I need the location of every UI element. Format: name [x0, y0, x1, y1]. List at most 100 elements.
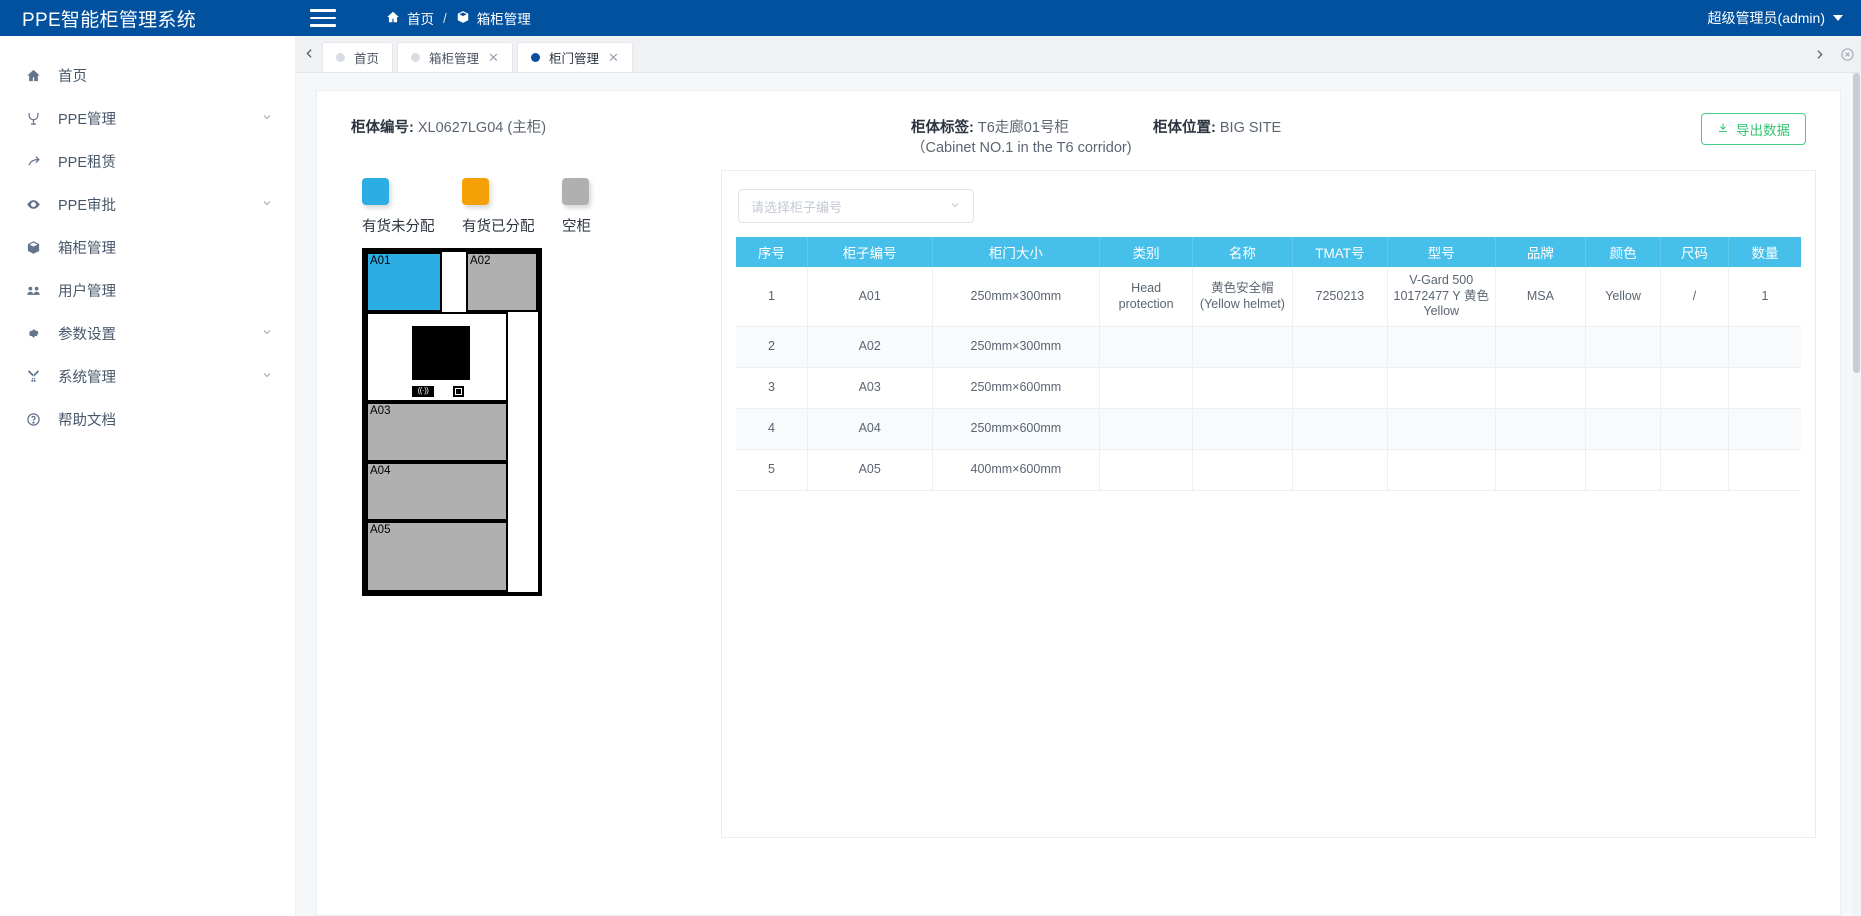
sidebar-item-help-doc[interactable]: 帮助文档	[0, 398, 295, 441]
sidebar-item-user-management[interactable]: 用户管理	[0, 269, 295, 312]
cell-size	[1660, 326, 1729, 368]
tab-home[interactable]: 首页	[322, 42, 394, 72]
box-icon	[456, 10, 470, 27]
column-header-tmat[interactable]: TMAT号	[1292, 237, 1388, 268]
cabinet-code-select-placeholder: 请选择柜子编号	[751, 199, 843, 215]
cell-brand: MSA	[1495, 267, 1587, 328]
breadcrumb: 首页 / 箱柜管理	[386, 8, 531, 28]
hamburger-icon[interactable]	[310, 9, 336, 27]
cabinet-tag-field: 柜体标签: T6走廊01号柜（Cabinet NO.1 in the T6 co…	[911, 119, 1133, 158]
cabinet-door-A03[interactable]: A03	[366, 402, 508, 463]
column-header-brand[interactable]: 品牌	[1495, 237, 1587, 268]
column-header-model[interactable]: 型号	[1387, 237, 1496, 268]
tab-close-icon[interactable]: ✕	[608, 51, 619, 64]
breadcrumb-separator: /	[443, 10, 447, 26]
column-header-index[interactable]: 序号	[736, 237, 808, 268]
cabinet-door-A02[interactable]: A02	[466, 252, 538, 313]
cabinet-door-A05[interactable]: A05	[366, 521, 508, 593]
cell-index: 2	[736, 326, 808, 368]
sidebar-item-home[interactable]: 首页	[0, 54, 295, 97]
legend-label: 空柜	[562, 219, 591, 236]
cell-tmat: 7250213	[1292, 267, 1388, 328]
cabinet-code-field: 柜体编号: XL0627LG04 (主柜)	[351, 119, 911, 139]
sidebar-item-label: 用户管理	[58, 284, 116, 300]
tab-strip: 首页 箱柜管理 ✕ 柜门管理 ✕	[296, 36, 1861, 73]
chevron-left-icon[interactable]	[296, 35, 322, 72]
sidebar-item-ppe-rental[interactable]: PPE租赁	[0, 140, 295, 183]
cell-size	[1660, 449, 1729, 491]
sidebar: 首页 PPE管理 PPE租赁 PPE审批 箱柜管理 用户管理 参数设置 系统管理…	[0, 36, 296, 916]
chevron-down-icon	[261, 369, 273, 384]
column-header-door-size[interactable]: 柜门大小	[932, 237, 1101, 268]
cabinet-code-select[interactable]: 请选择柜子编号	[738, 189, 974, 224]
sidebar-item-parameter-settings[interactable]: 参数设置	[0, 312, 295, 355]
table-row[interactable]: 1 A01 250mm×300mm Head protection 黄色安全帽 …	[736, 267, 1801, 328]
sidebar-item-ppe-approval[interactable]: PPE审批	[0, 183, 295, 226]
panes: 有货未分配 有货已分配 空柜 A01 A02 ((·)) A03 A04 A05…	[337, 164, 1820, 839]
cell-name	[1192, 367, 1293, 409]
chevron-right-icon[interactable]	[1805, 36, 1833, 73]
tab-list: 首页 箱柜管理 ✕ 柜门管理 ✕	[322, 42, 1861, 72]
cell-name: 黄色安全帽 (Yellow helmet)	[1192, 267, 1293, 328]
table-row[interactable]: 5 A05 400mm×600mm	[736, 449, 1801, 491]
door-id-label: A02	[470, 255, 491, 268]
sidebar-item-label: 系统管理	[58, 370, 116, 386]
cell-door-size: 250mm×300mm	[932, 326, 1101, 368]
cell-model	[1387, 367, 1496, 409]
column-header-quantity[interactable]: 数量	[1728, 237, 1801, 268]
chevron-down-icon	[261, 326, 273, 341]
cell-quantity	[1728, 367, 1801, 409]
door-id-label: A01	[370, 255, 391, 268]
column-header-color[interactable]: 颜色	[1585, 237, 1661, 268]
cell-name	[1192, 449, 1293, 491]
page-scrollbar-thumb[interactable]	[1853, 73, 1860, 373]
sidebar-item-system-management[interactable]: 系统管理	[0, 355, 295, 398]
table-header-row: 序号 柜子编号 柜门大小 类别 名称 TMAT号 型号 品牌 颜色 尺码 数量	[736, 237, 1801, 268]
legend: 有货未分配 有货已分配 空柜	[362, 178, 709, 236]
cabinet-door-A04[interactable]: A04	[366, 462, 508, 522]
page-scrollbar[interactable]	[1852, 73, 1861, 916]
cabinet-tag-label: 柜体标签:	[911, 120, 974, 136]
column-header-door-code[interactable]: 柜子编号	[807, 237, 933, 268]
table-row[interactable]: 4 A04 250mm×600mm	[736, 408, 1801, 450]
cell-tmat	[1292, 449, 1388, 491]
tab-status-dot	[530, 53, 540, 62]
cell-door-size: 250mm×300mm	[932, 267, 1101, 328]
main-area: 首页 箱柜管理 ✕ 柜门管理 ✕ 柜体编号: XL0627LG04 (主柜) 柜…	[296, 36, 1861, 916]
legend-item-empty: 空柜	[562, 178, 662, 236]
table-row[interactable]: 3 A03 250mm×600mm	[736, 367, 1801, 409]
tools-icon	[22, 369, 44, 384]
table-row[interactable]: 2 A02 250mm×300mm	[736, 326, 1801, 368]
cabinet-diagram-pane: 有货未分配 有货已分配 空柜 A01 A02 ((·)) A03 A04 A05	[337, 170, 709, 838]
sidebar-item-cabinet-management[interactable]: 箱柜管理	[0, 226, 295, 269]
breadcrumb-current[interactable]: 箱柜管理	[477, 8, 531, 28]
close-circle-icon[interactable]	[1833, 36, 1861, 73]
cell-category	[1099, 449, 1194, 491]
tab-cabinet-management[interactable]: 箱柜管理 ✕	[397, 42, 513, 72]
cell-name	[1192, 408, 1293, 450]
cell-color	[1585, 408, 1661, 450]
download-icon	[1717, 122, 1729, 137]
cabinet-control-panel: ((·))	[366, 312, 508, 403]
cell-size	[1660, 367, 1729, 409]
sidebar-item-ppe-management[interactable]: PPE管理	[0, 97, 295, 140]
cell-door-size: 250mm×600mm	[932, 408, 1101, 450]
legend-label: 有货未分配	[362, 219, 435, 236]
table-head: 序号 柜子编号 柜门大小 类别 名称 TMAT号 型号 品牌 颜色 尺码 数量	[736, 237, 1801, 268]
cabinet-location-label: 柜体位置:	[1153, 120, 1216, 136]
breadcrumb-home[interactable]: 首页	[407, 8, 434, 28]
cell-door-size: 400mm×600mm	[932, 449, 1101, 491]
cabinet-door-A01[interactable]: A01	[366, 252, 442, 313]
tab-close-icon[interactable]: ✕	[488, 51, 499, 64]
tab-door-management[interactable]: 柜门管理 ✕	[516, 42, 633, 72]
column-header-category[interactable]: 类别	[1099, 237, 1194, 268]
column-header-name[interactable]: 名称	[1192, 237, 1293, 268]
sidebar-item-label: 帮助文档	[58, 413, 116, 429]
top-header: PPE智能柜管理系统 首页 / 箱柜管理 超级管理员(admin)	[0, 0, 1861, 36]
cell-color	[1585, 449, 1661, 491]
cell-category	[1099, 408, 1194, 450]
export-data-label: 导出数据	[1736, 123, 1790, 138]
column-header-size[interactable]: 尺码	[1660, 237, 1729, 268]
export-data-button[interactable]: 导出数据	[1701, 113, 1806, 145]
user-menu[interactable]: 超级管理员(admin)	[1708, 0, 1843, 36]
